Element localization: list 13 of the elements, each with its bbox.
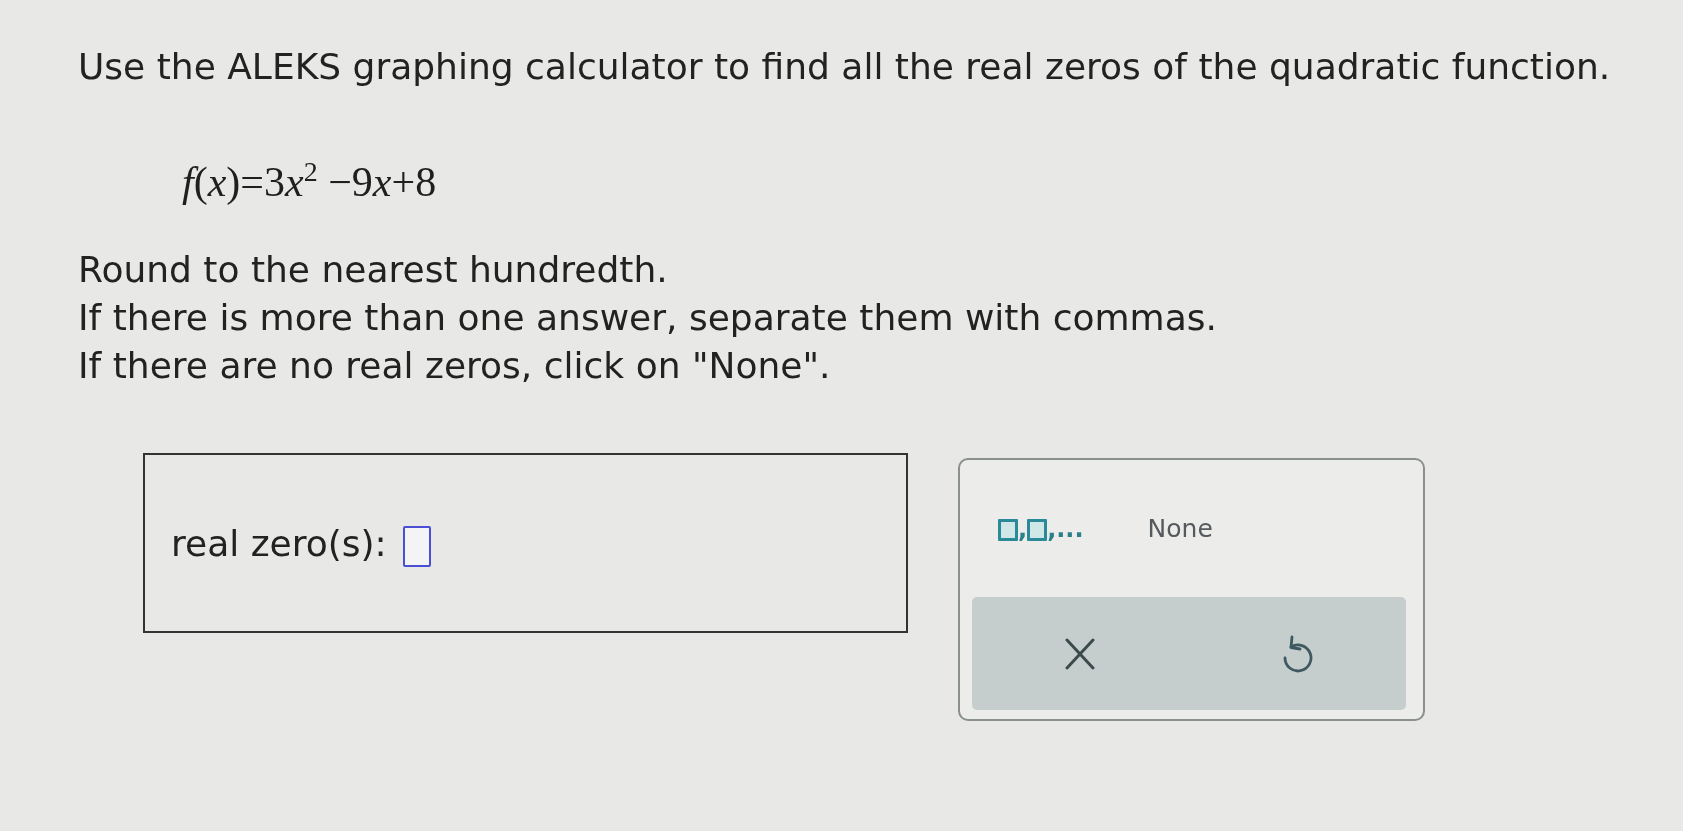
answer-input-field[interactable] [402, 525, 431, 567]
undo-icon [1281, 634, 1313, 673]
none-button[interactable]: None [1143, 512, 1217, 545]
close-icon [1065, 637, 1095, 670]
blank-box-icon [1027, 518, 1048, 541]
list-template-button[interactable]: , ,... [996, 514, 1086, 543]
answer-label: real zero(s): [171, 522, 387, 564]
instruction-note: If there are no real zeros, click on "None". [78, 344, 832, 388]
instruction-note: Round to the nearest hundredth. [78, 248, 669, 292]
instruction-text: Use the ALEKS graphing calculator to find all the real zeros of the quadratic function. [78, 45, 1612, 89]
function-formula: f(x)=3x$^{2}$ −9x+8 [182, 155, 437, 207]
blank-box-icon [998, 518, 1018, 541]
instruction-note: If there is more than one answer, separate them with commas. [78, 296, 1218, 340]
